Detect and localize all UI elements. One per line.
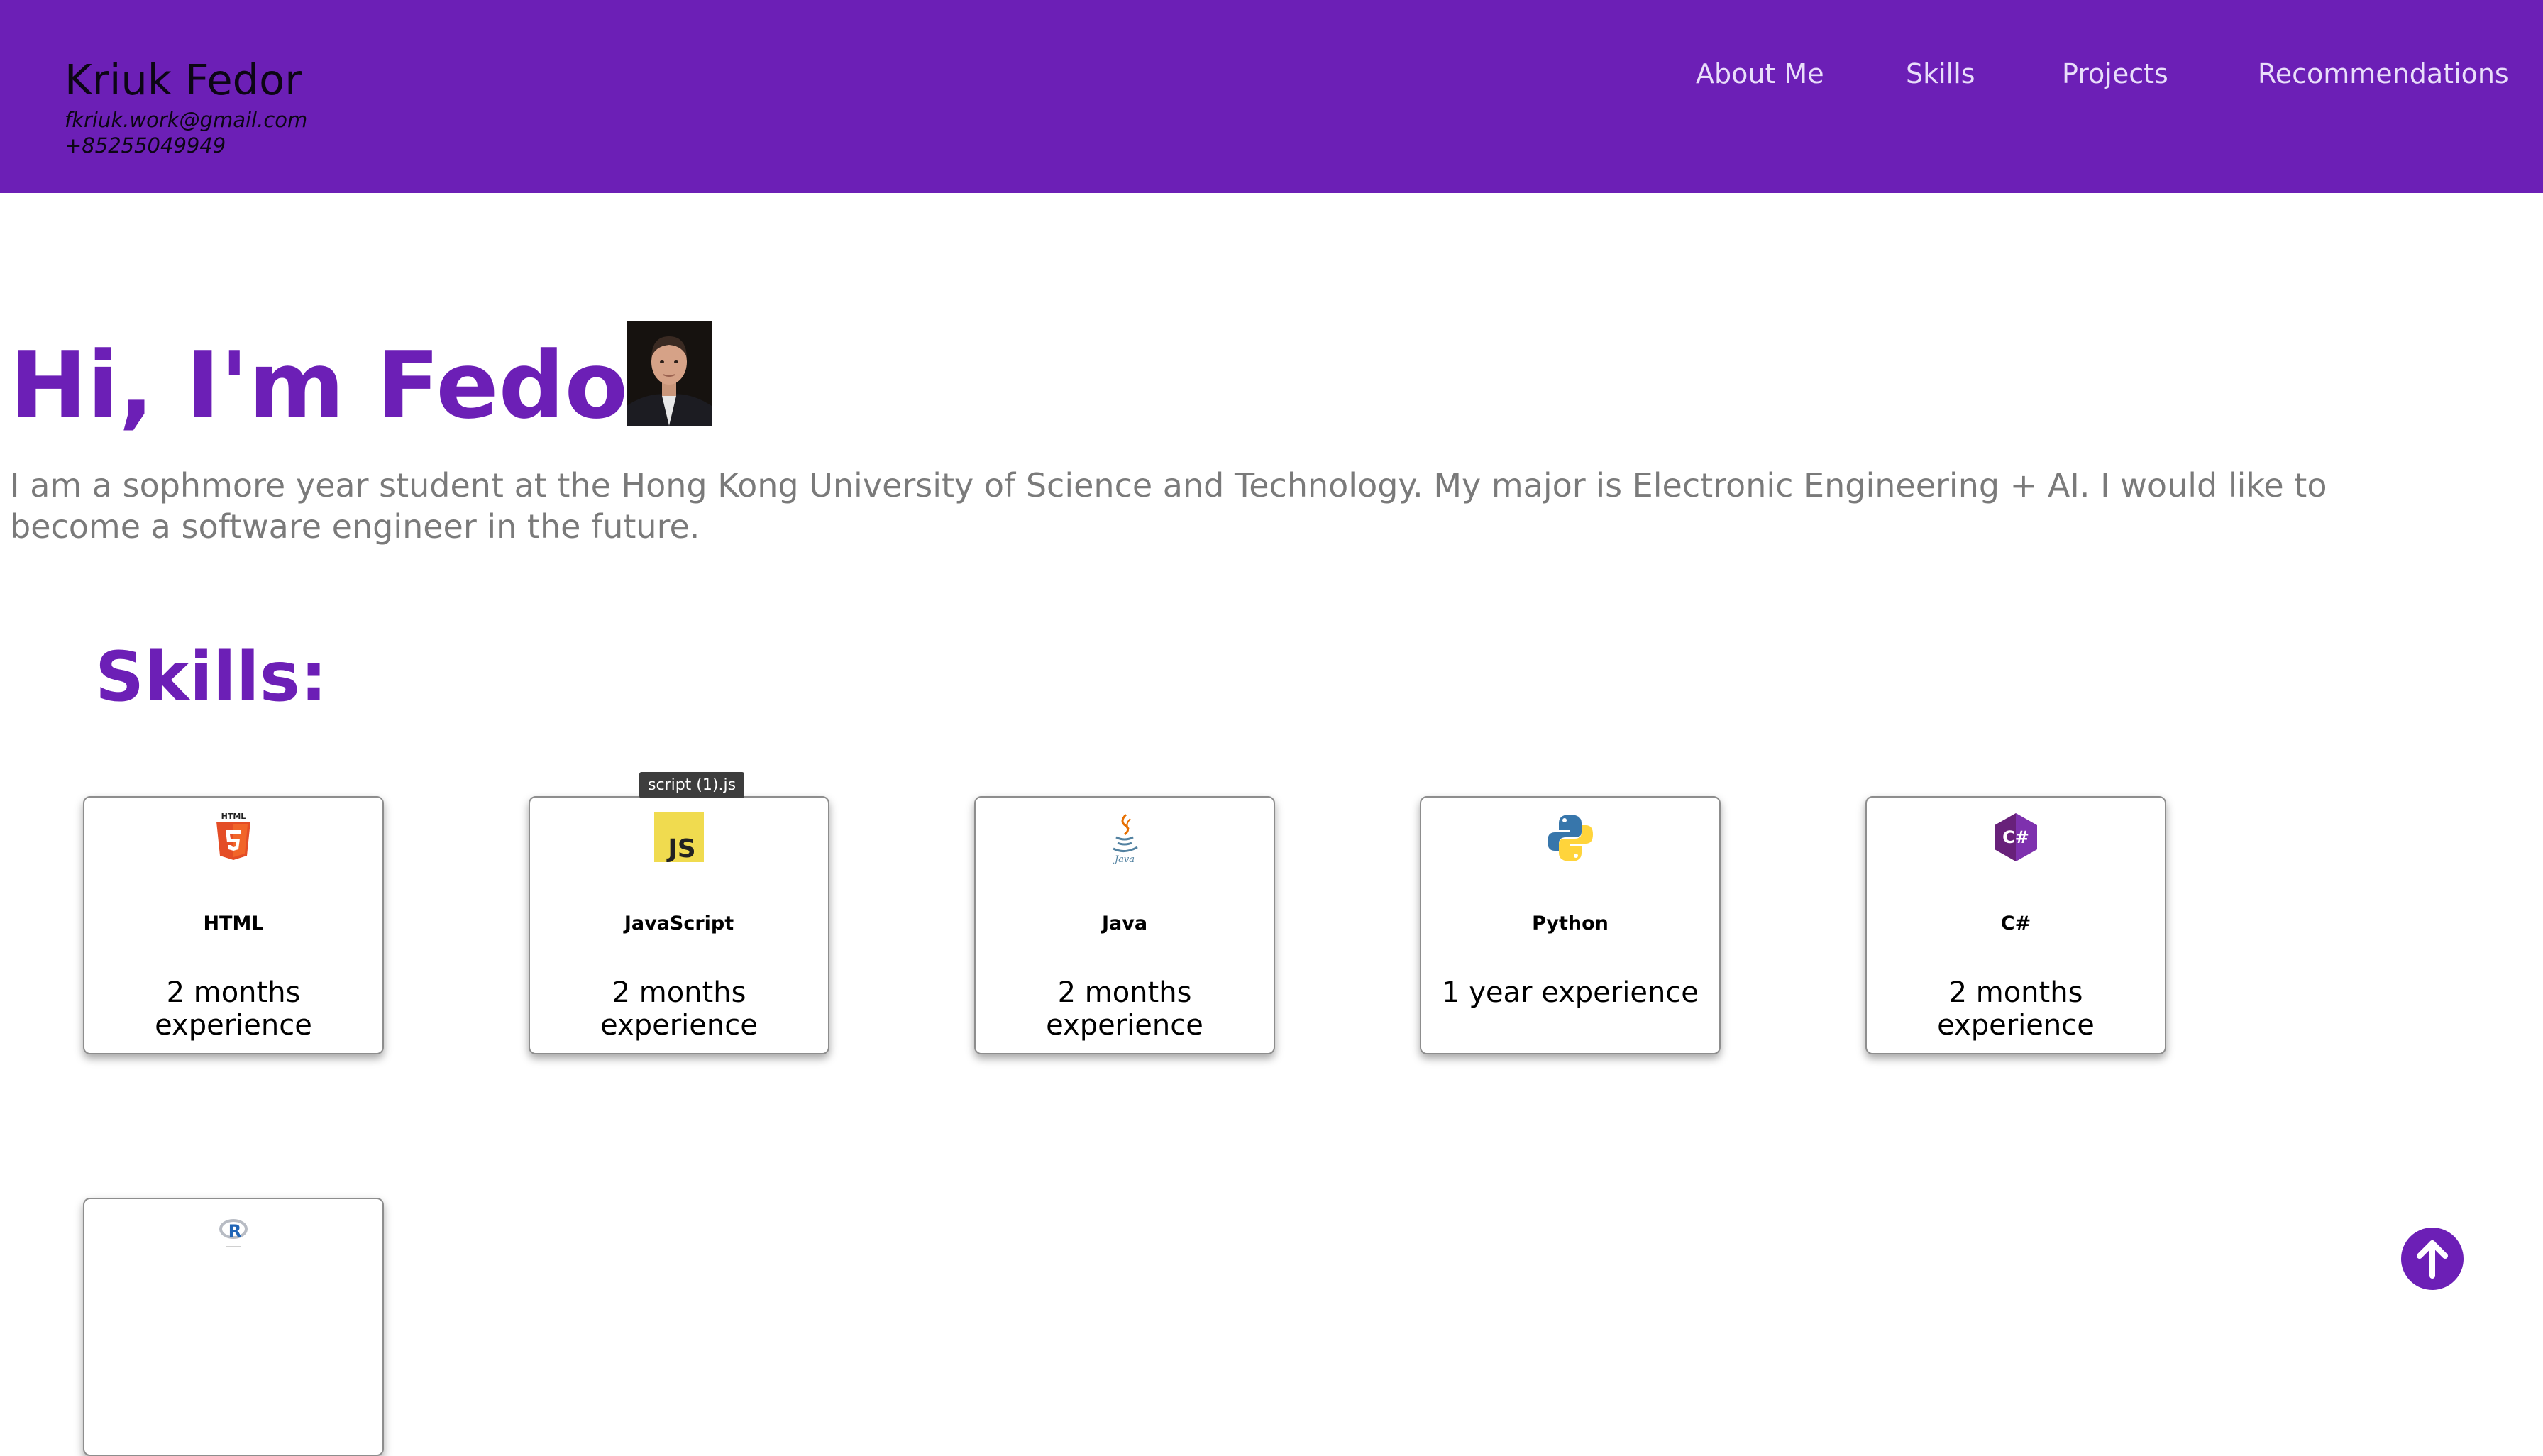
r-language-icon: R [206,1212,260,1266]
csharp-icon: C# [1989,810,2043,864]
brand-name: Kriuk Fedor [65,55,302,104]
python-icon [1543,810,1597,864]
skill-card-javascript: JS JavaScript 2 months experience [529,796,829,1054]
skill-experience: 2 months experience [155,976,312,1042]
skill-name: HTML [203,912,264,934]
site-header: Kriuk Fedor fkriuk.work@gmail.com +85255… [0,0,2543,193]
avatar [627,321,712,426]
skill-card-r: R [83,1198,384,1456]
scroll-to-top-button[interactable] [2401,1228,2464,1290]
skill-experience: 2 months experience [1937,976,2095,1042]
javascript-icon: JS [652,810,706,864]
skill-card-python: Python 1 year experience [1420,796,1721,1054]
tooltip: script (1).js [639,772,745,798]
svg-text:R: R [228,1221,241,1241]
skill-name: C# [2000,912,2031,934]
skill-card-html: HTML HTML 2 months experience [83,796,384,1054]
skill-name: Python [1532,912,1609,934]
skill-card-csharp: C# C# 2 months experience [1865,796,2166,1054]
nav-skills[interactable]: Skills [1906,58,1975,89]
contact-email: fkriuk.work@gmail.com [65,108,308,132]
skill-experience: 2 months experience [600,976,758,1042]
hero-description: I am a sophmore year student at the Hong… [10,466,2327,546]
svg-text:JS: JS [666,834,695,864]
skill-name: JavaScript [624,912,734,934]
svg-text:HTML: HTML [221,812,246,821]
java-icon: Java [1098,810,1152,865]
nav-about-me[interactable]: About Me [1696,58,1824,89]
skill-experience: 2 months experience [1046,976,1203,1042]
arrow-up-icon [2417,1240,2448,1279]
nav-projects[interactable]: Projects [2062,58,2168,89]
hero-title: Hi, I'm Fedor! [10,331,716,439]
svg-text:Java: Java [1113,854,1135,864]
skill-experience: 1 year experience [1442,976,1699,1009]
skill-name: Java [1101,912,1148,934]
skills-title: Skills: [95,637,328,717]
skill-card-java: Java Java 2 months experience [974,796,1275,1054]
html5-icon: HTML [206,810,260,864]
svg-text:C#: C# [2002,827,2029,847]
nav-recommendations[interactable]: Recommendations [2258,58,2509,89]
contact-phone: +85255049949 [65,133,226,158]
